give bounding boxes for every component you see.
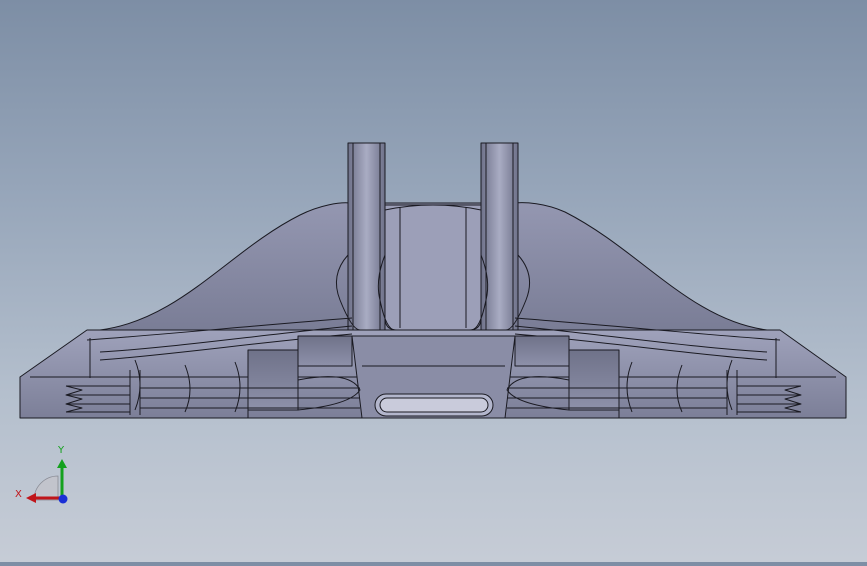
lug-slot <box>384 204 482 331</box>
view-plane-quadrant <box>33 475 59 501</box>
left-gusset <box>99 202 353 331</box>
right-cavity-outer <box>568 349 620 411</box>
z-axis-dot <box>58 494 68 504</box>
x-axis-label: X <box>15 489 22 500</box>
x-axis-arrowhead <box>26 493 36 503</box>
orientation-triad: Y X <box>14 440 78 510</box>
left-cavity-inner <box>297 335 353 367</box>
left-lug <box>347 142 386 331</box>
right-lug <box>480 142 519 331</box>
right-gusset <box>514 202 768 331</box>
y-axis-label: Y <box>57 445 65 456</box>
y-axis-arrowhead <box>57 459 67 468</box>
part-model <box>19 142 847 419</box>
3d-graphics-viewport[interactable]: Y X <box>0 0 867 562</box>
right-cavity-inner <box>514 335 570 367</box>
left-cavity-outer <box>247 349 299 411</box>
